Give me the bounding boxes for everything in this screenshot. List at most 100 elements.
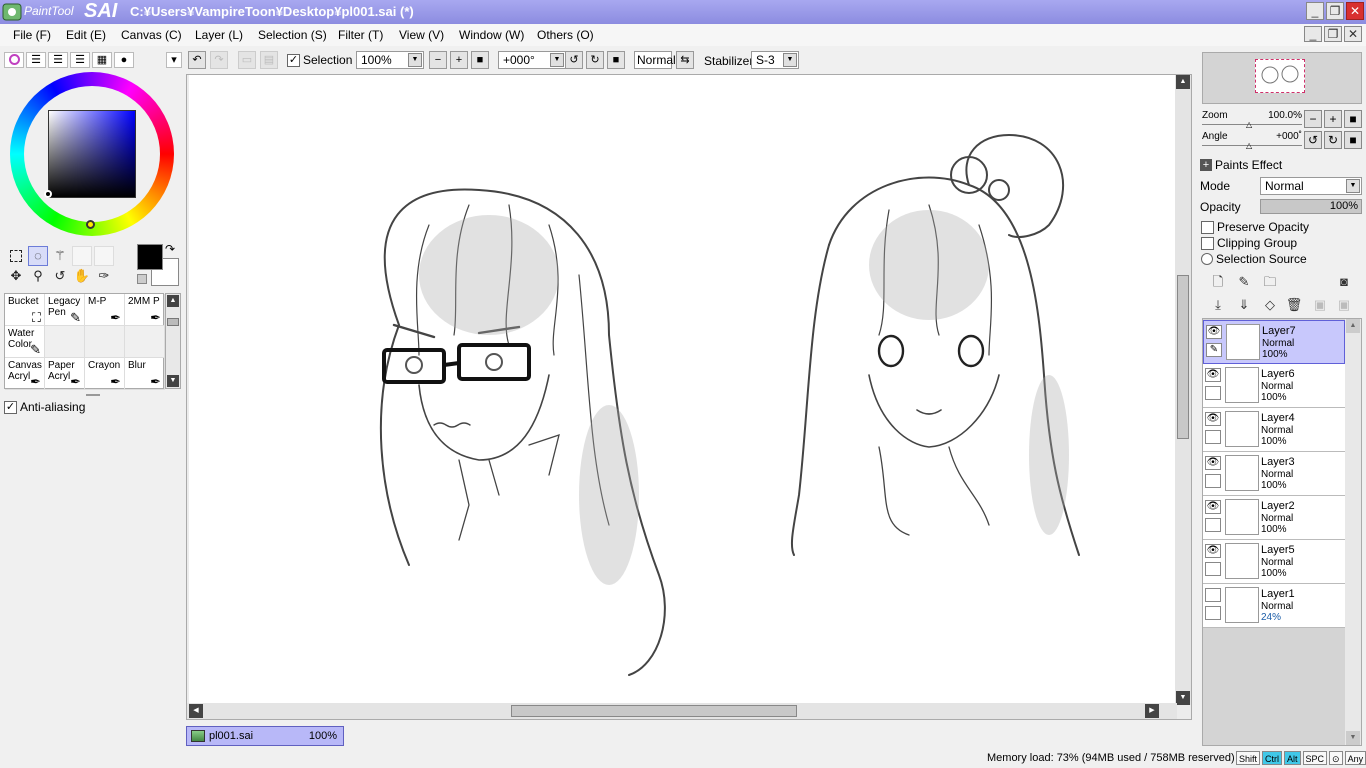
scroll-down-icon[interactable]: ▼ — [1176, 691, 1190, 705]
menu-others[interactable]: Others (O) — [537, 28, 594, 42]
eye-icon[interactable]: 👁 — [1205, 544, 1221, 558]
lasso-tool[interactable]: ◌ — [28, 246, 48, 266]
new-folder-button[interactable]: 🗀 — [1260, 272, 1280, 292]
menu-layer[interactable]: Layer (L) — [195, 28, 243, 42]
selection-toggle[interactable]: ✓ Selection — [287, 53, 352, 67]
layer-row[interactable]: 👁 Layer6 Normal 100% — [1203, 364, 1345, 408]
clipping-group-row[interactable]: Clipping Group — [1201, 236, 1297, 250]
minimize-button[interactable]: _ — [1306, 2, 1324, 20]
scroll-left-icon[interactable]: ◀ — [189, 704, 203, 718]
lock-slot[interactable] — [1205, 606, 1221, 620]
angle-select[interactable]: +000° ▼ — [498, 51, 566, 69]
key-space[interactable]: SPC — [1302, 751, 1328, 765]
disabled-layer-button[interactable]: ▣ — [1310, 295, 1330, 315]
brush-slot-empty[interactable] — [45, 326, 85, 358]
rgb-slider-tab[interactable]: ☰ — [26, 52, 46, 68]
saturation-value-box[interactable] — [48, 110, 136, 198]
slider-knob-icon[interactable]: △ — [1246, 141, 1252, 150]
redo-button[interactable]: ↷ — [210, 51, 228, 69]
panel-dropdown[interactable]: ▾ — [166, 52, 182, 68]
hidden-eye-slot[interactable] — [1205, 588, 1221, 602]
preserve-opacity-row[interactable]: Preserve Opacity — [1201, 220, 1309, 234]
vertical-scroll-thumb[interactable] — [1177, 275, 1189, 439]
hue-cursor[interactable] — [86, 220, 95, 229]
hand-tool[interactable]: ✋ — [72, 266, 92, 286]
canvas-vertical-scrollbar[interactable]: ▲ ▼ — [1175, 75, 1191, 705]
doc-minimize-button[interactable]: _ — [1304, 26, 1322, 42]
preserve-opacity-checkbox[interactable] — [1201, 220, 1214, 234]
scroll-up-icon[interactable]: ▲ — [1346, 319, 1360, 333]
zoom-reset-button[interactable]: ■ — [471, 51, 489, 69]
scroll-thumb[interactable] — [167, 318, 179, 326]
menu-edit[interactable]: Edit (E) — [66, 28, 106, 42]
menu-canvas[interactable]: Canvas (C) — [121, 28, 182, 42]
key-shift[interactable]: Shift — [1236, 751, 1261, 765]
color-wheel-tab[interactable] — [4, 52, 24, 68]
horizontal-scroll-thumb[interactable] — [511, 705, 797, 717]
rotate-reset-button[interactable]: ■ — [607, 51, 625, 69]
canvas-horizontal-scrollbar[interactable]: ◀ ▶ — [187, 703, 1177, 719]
menu-file[interactable]: File (F) — [13, 28, 51, 42]
document-tab[interactable]: pl001.sai 100% — [186, 726, 344, 746]
brush-legacy-pen[interactable]: Legacy Pen ✎ — [45, 294, 85, 326]
slider-knob-icon[interactable]: △ — [1246, 120, 1252, 129]
scroll-right-icon[interactable]: ▶ — [1145, 704, 1159, 718]
undo-button[interactable]: ↶ — [188, 51, 206, 69]
lock-slot[interactable] — [1205, 430, 1221, 444]
brush-slot-empty[interactable] — [125, 326, 165, 358]
anti-aliasing-checkbox[interactable]: ✓ — [4, 400, 17, 414]
lock-slot[interactable] — [1205, 518, 1221, 532]
scroll-up-icon[interactable]: ▲ — [1176, 75, 1190, 89]
pen-icon[interactable]: ✎ — [1206, 343, 1222, 357]
foreground-color-swatch[interactable] — [137, 244, 163, 270]
nav-rotate-right-button[interactable]: ↻ — [1324, 131, 1342, 149]
menu-view[interactable]: View (V) — [399, 28, 444, 42]
rotate-left-button[interactable]: ↺ — [565, 51, 583, 69]
eye-icon[interactable]: 👁 — [1205, 412, 1221, 426]
magic-wand-tool[interactable]: ⚚ — [50, 246, 70, 266]
brush-bucket[interactable]: Bucket ⛶ — [5, 294, 45, 326]
brush-crayon[interactable]: Crayon ✒ — [85, 358, 125, 390]
transfer-down-button[interactable]: ⤓ — [1208, 295, 1228, 315]
key-target[interactable]: ⊙ — [1329, 751, 1343, 765]
mask-button[interactable]: ◙ — [1334, 272, 1354, 292]
eye-icon[interactable]: 👁 — [1205, 368, 1221, 382]
disabled-layer-button[interactable]: ▣ — [1334, 295, 1354, 315]
layer-row[interactable]: 👁 ✎ Layer7 Normal 100% — [1203, 320, 1345, 364]
angle-slider[interactable]: Angle +000˚ △ — [1202, 131, 1302, 150]
swap-colors-icon[interactable]: ↷ — [165, 242, 175, 256]
nav-zoom-out-button[interactable]: − — [1304, 110, 1322, 128]
new-layer-button[interactable]: 🗋 — [1208, 272, 1228, 292]
move-tool[interactable]: ✥ — [6, 266, 26, 286]
eye-icon[interactable]: 👁 — [1206, 325, 1222, 339]
layer-row[interactable]: Layer1 Normal 24% — [1203, 584, 1345, 628]
layer-list-scrollbar[interactable]: ▲ ▼ — [1345, 319, 1361, 745]
hsv-slider-tab[interactable]: ☰ — [48, 52, 68, 68]
nav-rotate-left-button[interactable]: ↺ — [1304, 131, 1322, 149]
menu-filter[interactable]: Filter (T) — [338, 28, 383, 42]
deselect-button[interactable]: ▭ — [238, 51, 256, 69]
delete-layer-button[interactable]: 🗑 — [1284, 295, 1304, 315]
selection-source-radio[interactable] — [1201, 253, 1213, 265]
brush-blur[interactable]: Blur ✒ — [125, 358, 165, 390]
sv-cursor[interactable] — [44, 190, 52, 198]
layer-row[interactable]: 👁 Layer3 Normal 100% — [1203, 452, 1345, 496]
lock-slot[interactable] — [1205, 386, 1221, 400]
zoom-out-button[interactable]: − — [429, 51, 447, 69]
color-wheel[interactable] — [10, 72, 174, 236]
lock-slot[interactable] — [1205, 562, 1221, 576]
color-mixer-tab[interactable]: ☰ — [70, 52, 90, 68]
swatches-tab[interactable]: ▦ — [92, 52, 112, 68]
marquee-tool[interactable] — [6, 246, 26, 266]
brush-slot-empty[interactable] — [85, 326, 125, 358]
layer-mode-select[interactable]: Normal ▼ — [1260, 177, 1362, 195]
restore-button[interactable]: ❐ — [1326, 2, 1344, 20]
layer-row[interactable]: 👁 Layer5 Normal 100% — [1203, 540, 1345, 584]
flip-button[interactable]: ⇆ — [676, 51, 694, 69]
key-ctrl[interactable]: Ctrl — [1262, 751, 1283, 765]
brush-paper-acryl[interactable]: Paper Acryl ✒ — [45, 358, 85, 390]
brush-scrollbar[interactable]: ▲ ▼ — [165, 293, 181, 389]
nav-zoom-reset-button[interactable]: ■ — [1344, 110, 1362, 128]
blend-mode-select[interactable]: Normal — [634, 51, 676, 69]
zoom-in-button[interactable]: + — [450, 51, 468, 69]
